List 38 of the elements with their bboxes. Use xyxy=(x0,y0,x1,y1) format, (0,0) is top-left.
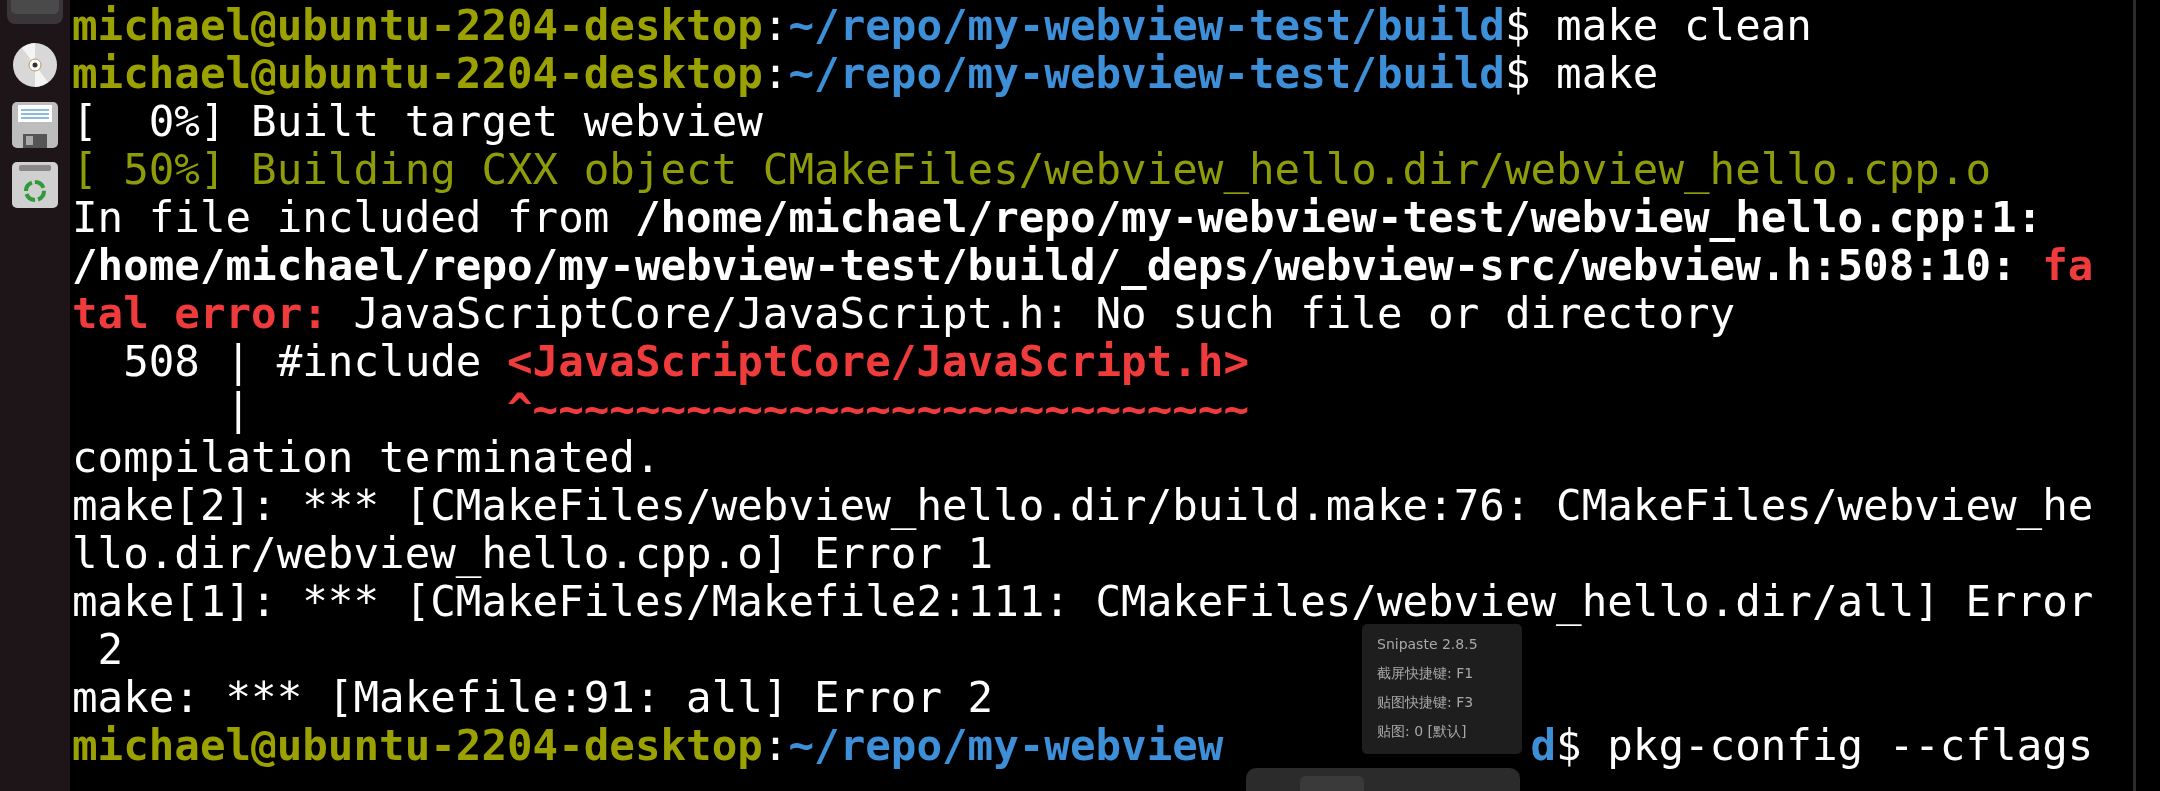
terminal-text: [ 0%] Built target webview xyxy=(72,97,763,146)
disc-icon[interactable] xyxy=(12,42,58,88)
tooltip-text: 截屏快捷键: F1 xyxy=(1377,664,1475,683)
terminal-text: michael@ubuntu-2204-desktop xyxy=(72,721,763,770)
terminal-text: : xyxy=(762,1,789,50)
terminal-text: 2 xyxy=(96,625,124,674)
terminal-text: $ make clean xyxy=(1504,1,1812,50)
floppy-icon[interactable] xyxy=(12,102,58,148)
terminal-text: In file included from xyxy=(72,193,611,242)
terminal-text: JavaScriptCore/JavaScript.h: No such file or directory xyxy=(353,289,1736,338)
terminal-text: d xyxy=(1530,721,1557,770)
terminal-text: fa xyxy=(2042,241,2094,290)
terminal-text: michael@ubuntu-2204-desktop xyxy=(72,1,763,50)
terminal-text: ~/repo/my-webview-test/build xyxy=(788,49,1505,98)
tooltip-text: 贴图快捷键: F3 xyxy=(1377,693,1475,712)
terminal-text: $ make xyxy=(1504,49,1659,98)
terminal-text: 508 | #include xyxy=(122,337,483,386)
recycle-bin-icon[interactable] xyxy=(12,162,58,208)
terminal-text: $ pkg-config --cflags xyxy=(1556,721,2094,770)
terminal-text: : xyxy=(762,49,789,98)
tooltip-text: 贴图: 0 [默认] xyxy=(1377,722,1468,741)
terminal-text: ~/repo/my-webview xyxy=(788,721,1224,770)
terminal-text: make[1]: *** [CMakeFiles/Makefile2:111: CMakeFiles/webview_hello.dir/all] Error xyxy=(72,577,2094,626)
terminal-text: make[2]: *** [CMakeFiles/webview_hello.dir/build.make:76: CMakeFiles/webview_he xyxy=(72,481,2094,530)
terminal-text: | xyxy=(224,385,253,434)
terminal-text: [ 50%] Building CXX object CMakeFiles/webview_hello.dir/webview_hello.cpp.o xyxy=(72,145,1992,194)
terminal-text: /home/michael/repo/my-webview-test/webview_hello.cpp:1: xyxy=(634,193,2043,242)
terminal-text: ~/repo/my-webview-test/build xyxy=(788,1,1505,50)
terminal-text: michael@ubuntu-2204-desktop xyxy=(72,49,763,98)
terminal-text: llo.dir/webview_hello.cpp.o] Error 1 xyxy=(72,529,994,578)
terminal-text: /home/michael/repo/my-webview-test/build/_deps/webview-src/webview.h:508:10: xyxy=(72,241,2017,290)
terminal-text: ^~~~~~~~~~~~~~~~~~~~~~~~~~~~~ xyxy=(507,385,1249,434)
terminal-text: : xyxy=(762,721,789,770)
terminal-text: <JavaScriptCore/JavaScript.h> xyxy=(507,337,1249,386)
tooltip-text: Snipaste 2.8.5 xyxy=(1377,635,1479,654)
terminal-text: compilation terminated. xyxy=(72,433,661,482)
terminal-text: make: *** [Makefile:91: all] Error 2 xyxy=(72,673,994,722)
terminal-text: tal error: xyxy=(72,289,328,338)
